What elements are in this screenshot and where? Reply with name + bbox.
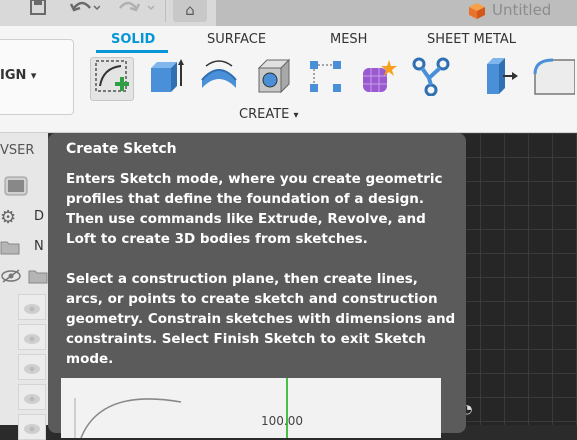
workspace-label[interactable]: IGN ▾ bbox=[0, 68, 36, 83]
joint-icon bbox=[411, 56, 451, 100]
active-tab-indicator bbox=[96, 50, 168, 53]
gear-icon: ⚙ bbox=[0, 207, 17, 228]
visibility-toggle[interactable] bbox=[18, 354, 46, 380]
tab-sheet-metal[interactable]: SHEET METAL bbox=[427, 32, 516, 47]
visibility-toggle[interactable] bbox=[18, 414, 46, 440]
rectangular-pattern-button[interactable] bbox=[304, 57, 346, 99]
visibility-toggle[interactable] bbox=[18, 384, 46, 410]
extrude-icon bbox=[145, 56, 185, 100]
create-sketch-button[interactable] bbox=[90, 57, 134, 101]
hole-button[interactable] bbox=[252, 57, 294, 99]
create-sketch-icon bbox=[93, 58, 131, 100]
divider bbox=[165, 0, 166, 22]
home-icon: ⌂ bbox=[185, 1, 195, 19]
axis-line bbox=[286, 378, 288, 438]
list-item[interactable] bbox=[0, 264, 48, 290]
eye-icon bbox=[23, 420, 41, 439]
save-icon[interactable] bbox=[30, 0, 46, 21]
redo-icon[interactable] bbox=[118, 0, 158, 23]
title-bar: ⌂ Untitled bbox=[0, 0, 577, 26]
eye-icon bbox=[23, 390, 41, 409]
browser-label: VSER bbox=[0, 143, 35, 158]
press-pull-button[interactable] bbox=[480, 57, 522, 99]
fillet-icon bbox=[531, 56, 576, 100]
list-item[interactable]: N bbox=[0, 235, 48, 261]
tooltip-preview-image: 100.00 bbox=[61, 378, 441, 438]
eye-icon bbox=[23, 300, 41, 319]
revolve-icon bbox=[198, 56, 240, 100]
home-button[interactable]: ⌂ bbox=[173, 0, 207, 22]
extrude-button[interactable] bbox=[144, 57, 186, 99]
visibility-toggle[interactable] bbox=[18, 324, 46, 350]
browser-panel: VSER ⚙ D N bbox=[0, 133, 48, 440]
joint-button[interactable] bbox=[410, 57, 452, 99]
tab-surface[interactable]: SURFACE bbox=[207, 32, 266, 47]
rectangular-pattern-icon bbox=[305, 56, 345, 100]
document-cube-icon bbox=[468, 2, 486, 20]
visibility-toggle[interactable] bbox=[18, 294, 46, 320]
list-item-label: D bbox=[34, 209, 45, 224]
document-title: Untitled bbox=[492, 1, 552, 19]
ribbon-toolbar: IGN ▾ SOLID SURFACE MESH SHEET METAL CRE… bbox=[0, 26, 577, 133]
tooltip-instructions: Select a construction plane, then create… bbox=[66, 271, 456, 367]
component-icon[interactable] bbox=[4, 176, 28, 200]
press-pull-icon bbox=[481, 56, 521, 100]
eye-icon bbox=[23, 330, 41, 349]
eye-icon bbox=[23, 360, 41, 379]
form-button[interactable] bbox=[356, 57, 398, 99]
tooltip-title: Create Sketch bbox=[66, 141, 177, 157]
create-group-dropdown[interactable]: CREATE ▾ bbox=[239, 107, 299, 122]
list-item-label: N bbox=[34, 239, 44, 254]
form-icon bbox=[357, 56, 397, 100]
tab-solid[interactable]: SOLID bbox=[111, 32, 155, 47]
create-sketch-tooltip: Create Sketch Enters Sketch mode, where … bbox=[48, 133, 466, 438]
tooltip-description: Enters Sketch mode, where you create geo… bbox=[66, 171, 443, 247]
fillet-button[interactable] bbox=[531, 56, 576, 100]
tab-mesh[interactable]: MESH bbox=[330, 32, 367, 47]
hole-icon bbox=[253, 56, 293, 100]
list-item[interactable]: ⚙ D bbox=[0, 205, 48, 231]
eye-hidden-icon bbox=[0, 268, 22, 288]
folder-icon bbox=[0, 239, 20, 259]
folder-icon bbox=[28, 268, 48, 288]
revolve-button[interactable] bbox=[198, 57, 240, 99]
browser-toolbar-row bbox=[0, 173, 48, 199]
dimension-label: 100.00 bbox=[261, 414, 303, 428]
undo-icon[interactable] bbox=[69, 0, 101, 23]
